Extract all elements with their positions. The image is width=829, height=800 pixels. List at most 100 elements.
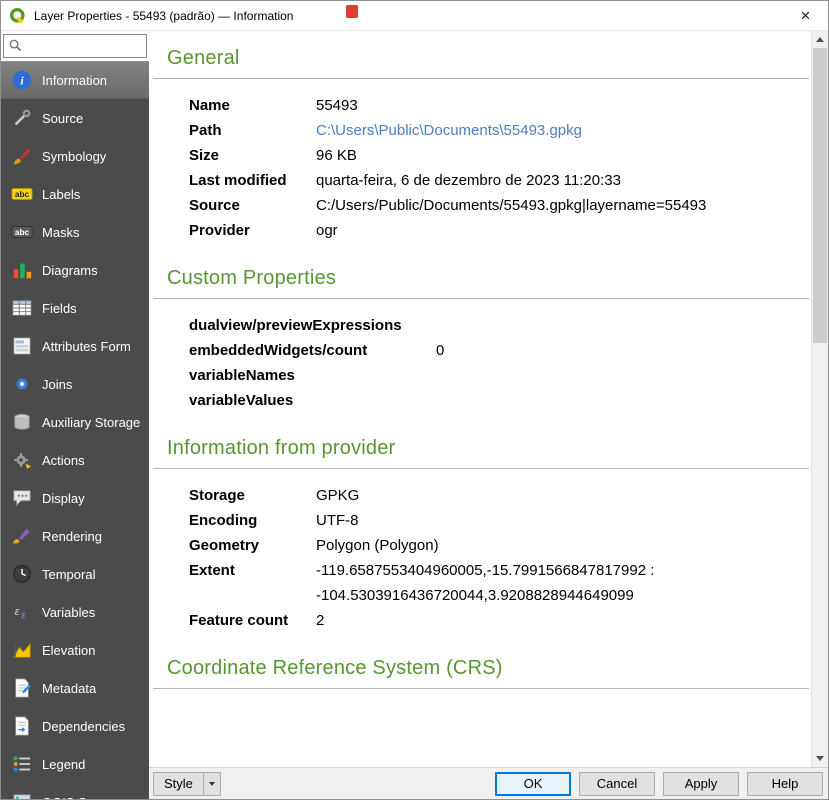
sidebar-item-label: Source [42,111,83,126]
section-information-from-provider: Information from providerStorageGPKGEnco… [153,437,809,633]
section-general: GeneralName55493PathC:\Users\Public\Docu… [153,47,809,243]
scroll-down-arrow[interactable] [812,750,828,767]
sidebar-search [1,31,149,61]
scroll-up-arrow[interactable] [812,31,828,48]
property-row: variableValues [189,388,809,413]
property-value: GPKG [316,483,359,508]
sidebar-item-symbology[interactable]: Symbology [1,137,149,175]
sidebar-item-rendering[interactable]: Rendering [1,517,149,555]
sidebar-item-dependencies[interactable]: Dependencies [1,707,149,745]
sidebar-item-label: Labels [42,187,80,202]
property-row: Extent-119.6587553404960005,-15.79915668… [189,558,809,608]
sidebar-item-label: Display [42,491,85,506]
variables-icon: εε [11,601,33,623]
style-button-label: Style [154,773,203,795]
ok-button[interactable]: OK [495,772,571,796]
sidebar-item-fields[interactable]: Fields [1,289,149,327]
sidebar-item-label: Variables [42,605,95,620]
vertical-scrollbar[interactable] [811,31,828,767]
property-label: Geometry [189,533,316,558]
sidebar-item-auxiliary-storage[interactable]: Auxiliary Storage [1,403,149,441]
svg-text:abc: abc [15,228,30,237]
sidebar-item-joins[interactable]: Joins [1,365,149,403]
sidebar-search-input[interactable] [3,34,147,58]
scroll-thumb[interactable] [813,48,827,343]
sidebar-item-labels[interactable]: abc Labels [1,175,149,213]
fields-icon [11,297,33,319]
symbology-icon [11,145,33,167]
property-row: Providerogr [189,218,809,243]
record-indicator-icon [346,5,358,18]
property-label: Encoding [189,508,316,533]
section-heading: Coordinate Reference System (CRS) [167,657,809,680]
legend-icon [11,753,33,775]
labels-icon: abc [11,183,33,205]
property-value: Polygon (Polygon) [316,533,439,558]
sidebar-item-label: Metadata [42,681,96,696]
sidebar-item-metadata[interactable]: Metadata [1,669,149,707]
svg-text:abc: abc [15,190,30,199]
sidebar-item-label: Auxiliary Storage [42,415,140,430]
window-title: Layer Properties - 55493 (padrão) — Info… [34,9,293,23]
property-table: dualview/previewExpressionsembeddedWidge… [189,313,809,413]
sidebar-item-elevation[interactable]: Elevation [1,631,149,669]
sidebar-item-information[interactable]: iInformation [1,61,149,99]
layer-properties-dialog: Layer Properties - 55493 (padrão) — Info… [0,0,829,800]
sidebar-item-diagrams[interactable]: Diagrams [1,251,149,289]
sidebar-item-label: Rendering [42,529,102,544]
style-button[interactable]: Style [153,772,221,796]
property-row: StorageGPKG [189,483,809,508]
property-row: Feature count2 [189,608,809,633]
property-label: variableValues [189,388,436,413]
close-button[interactable]: × [783,1,828,30]
property-label: Name [189,93,316,118]
style-dropdown-arrow-icon[interactable] [203,773,220,795]
property-table: Name55493PathC:\Users\Public\Documents\5… [189,93,809,243]
property-label: Provider [189,218,316,243]
footer: Style OK Cancel Apply Help [149,767,828,799]
path-link[interactable]: C:\Users\Public\Documents\55493.gpkg [316,122,582,139]
sidebar-item-attributes-form[interactable]: Attributes Form [1,327,149,365]
cancel-button[interactable]: Cancel [579,772,655,796]
sidebar-item-legend[interactable]: Legend [1,745,149,783]
sidebar: iInformation Source Symbology abc Labels abc M… [1,31,149,799]
help-button[interactable]: Help [747,772,823,796]
sidebar-item-label: Temporal [42,567,95,582]
diagrams-icon [11,259,33,281]
property-label: embeddedWidgets/count [189,338,436,363]
property-value: 2 [316,608,324,633]
property-label: Path [189,118,316,143]
elevation-icon [11,639,33,661]
property-table: StorageGPKGEncodingUTF-8GeometryPolygon … [189,483,809,633]
sidebar-item-label: Legend [42,757,85,772]
property-row: PathC:\Users\Public\Documents\55493.gpkg [189,118,809,143]
property-label: Last modified [189,168,316,193]
sidebar-item-variables[interactable]: εε Variables [1,593,149,631]
property-value: C:\Users\Public\Documents\55493.gpkg [316,118,582,143]
section-divider [153,78,809,79]
dialog-buttons: OK Cancel Apply Help [495,772,823,796]
sidebar-item-label: Masks [42,225,80,240]
sidebar-item-display[interactable]: Display [1,479,149,517]
sidebar-item-source[interactable]: Source [1,99,149,137]
joins-icon [11,373,33,395]
sidebar-item-label: Dependencies [42,719,125,734]
sidebar-item-label: QGIS Server [42,795,116,800]
property-row: embeddedWidgets/count0 [189,338,809,363]
sidebar-item-masks[interactable]: abc Masks [1,213,149,251]
svg-text:ε: ε [21,609,26,621]
sidebar-item-label: Joins [42,377,72,392]
display-icon [11,487,33,509]
property-value: 96 KB [316,143,357,168]
property-row: Last modifiedquarta-feira, 6 de dezembro… [189,168,809,193]
sidebar-item-qgis-server[interactable]: QGIS Server [1,783,149,799]
property-label: variableNames [189,363,436,388]
property-value: -119.6587553404960005,-15.79915668478179… [316,558,654,608]
section-divider [153,468,809,469]
content-sections: GeneralName55493PathC:\Users\Public\Docu… [153,47,809,689]
apply-button[interactable]: Apply [663,772,739,796]
section-heading: Custom Properties [167,267,809,290]
content-panel: GeneralName55493PathC:\Users\Public\Docu… [149,31,811,767]
sidebar-item-actions[interactable]: Actions [1,441,149,479]
sidebar-item-temporal[interactable]: Temporal [1,555,149,593]
